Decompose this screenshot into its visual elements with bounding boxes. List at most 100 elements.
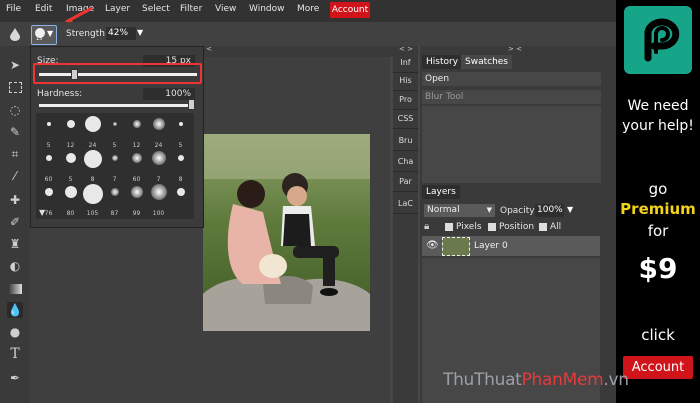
- stamp-tool-icon[interactable]: ♜: [7, 236, 23, 252]
- menu-file[interactable]: File: [6, 4, 21, 14]
- account-button[interactable]: Account: [330, 2, 370, 18]
- preset-menu-icon[interactable]: ▼: [39, 208, 45, 217]
- brush-preset-size: 100: [152, 210, 165, 217]
- strength-input[interactable]: 42%: [106, 27, 136, 40]
- tab-brush[interactable]: Bru: [393, 132, 418, 151]
- blend-mode-select[interactable]: Normal ▼: [424, 204, 495, 217]
- brush-tool-icon[interactable]: ✐: [7, 214, 23, 230]
- brush-preset-label[interactable]: 5: [60, 166, 81, 183]
- brush-preset-label[interactable]: 105: [82, 200, 103, 217]
- brush-preset-icon[interactable]: [104, 115, 125, 132]
- brush-picker-button[interactable]: 15 ▼: [31, 25, 57, 45]
- brush-preset-label[interactable]: 5: [38, 132, 59, 149]
- tab-css[interactable]: CSS: [393, 110, 418, 129]
- history-item[interactable]: Open: [422, 72, 601, 86]
- tab-history[interactable]: His: [393, 72, 418, 91]
- brush-preset-icon[interactable]: [38, 115, 59, 132]
- menu-select[interactable]: Select: [142, 4, 170, 14]
- brush-preset-label[interactable]: 100: [148, 200, 169, 217]
- brush-preset-icon[interactable]: [126, 183, 147, 200]
- brush-preset-icon[interactable]: [148, 115, 169, 132]
- brush-preset-icon[interactable]: [104, 149, 125, 166]
- crop-tool-icon[interactable]: ⌗: [7, 146, 23, 162]
- brush-preset-icon[interactable]: [170, 115, 191, 132]
- brush-preset-label[interactable]: 24: [82, 132, 103, 149]
- brush-preset-label[interactable]: 24: [148, 132, 169, 149]
- brush-preset-icon[interactable]: [82, 149, 103, 168]
- marquee-tool-icon[interactable]: [7, 80, 23, 96]
- history-item[interactable]: Blur Tool: [422, 90, 601, 104]
- brush-preset-label[interactable]: 8: [82, 166, 103, 183]
- ad-account-button[interactable]: Account: [623, 356, 693, 379]
- healing-tool-icon[interactable]: ✚: [7, 192, 23, 208]
- brush-preset-icon[interactable]: [60, 183, 81, 200]
- ad-line2: your help!: [622, 118, 694, 134]
- lasso-tool-icon[interactable]: ◌: [7, 102, 23, 118]
- tab-properties[interactable]: Pro: [393, 91, 418, 110]
- brush-preset-icon[interactable]: [38, 183, 59, 200]
- strength-dropdown-icon[interactable]: ▼: [137, 28, 143, 37]
- menu-filter[interactable]: Filter: [180, 4, 202, 14]
- hardness-slider-thumb[interactable]: [188, 99, 195, 110]
- right-collapse-icon[interactable]: > <: [508, 45, 522, 53]
- brush-preset-icon[interactable]: [148, 149, 169, 166]
- brush-preset-icon[interactable]: [104, 183, 125, 200]
- move-tool-icon[interactable]: ➤: [7, 57, 23, 73]
- brush-preset-icon[interactable]: [126, 149, 147, 166]
- lock-pixels-checkbox[interactable]: [445, 223, 453, 231]
- brush-preset-icon[interactable]: [170, 183, 191, 200]
- brush-preset-icon[interactable]: [148, 183, 169, 200]
- opacity-input[interactable]: 100%: [535, 204, 564, 217]
- brush-preset-label[interactable]: [170, 200, 191, 217]
- tab-paragraph[interactable]: Par: [393, 173, 418, 192]
- brush-preset-label[interactable]: 5: [170, 132, 191, 149]
- opacity-dropdown-icon[interactable]: ▼: [567, 205, 573, 214]
- text-tool-icon[interactable]: T: [7, 346, 23, 362]
- brush-preset-icon[interactable]: [38, 149, 59, 166]
- brush-preset-icon[interactable]: [60, 149, 81, 166]
- brush-preset-label[interactable]: 80: [60, 200, 81, 217]
- brush-preset-label[interactable]: 99: [126, 200, 147, 217]
- hardness-slider-track[interactable]: [39, 104, 195, 107]
- eye-icon[interactable]: 👁︎: [426, 240, 439, 251]
- brush-preset-icon[interactable]: [126, 115, 147, 132]
- tab-layer-comps[interactable]: LaC: [393, 195, 418, 214]
- brush-preset-label[interactable]: 60: [38, 166, 59, 183]
- brush-preset-label[interactable]: 5: [104, 132, 125, 149]
- brush-preset-label[interactable]: 12: [60, 132, 81, 149]
- menu-layer[interactable]: Layer: [105, 4, 130, 14]
- eyedropper-tool-icon[interactable]: ⁄: [7, 168, 23, 184]
- tab-swatches[interactable]: Swatches: [461, 55, 512, 69]
- ad-banner[interactable]: We need your help! go Premium for $9 cli…: [616, 0, 700, 403]
- lock-position-checkbox[interactable]: [488, 223, 496, 231]
- brush-preset-icon[interactable]: [170, 149, 191, 166]
- sponge-tool-icon[interactable]: ●: [7, 324, 23, 340]
- tab-character[interactable]: Cha: [393, 153, 418, 172]
- pen-tool-icon[interactable]: ✒: [7, 370, 23, 386]
- brush-preset-label[interactable]: 7: [148, 166, 169, 183]
- layer-row[interactable]: 👁︎ Layer 0: [422, 236, 600, 256]
- mini-collapse-icon[interactable]: < >: [399, 45, 413, 53]
- menu-edit[interactable]: Edit: [35, 4, 52, 14]
- brush-preset-label[interactable]: 12: [126, 132, 147, 149]
- gradient-tool-icon[interactable]: [7, 281, 23, 297]
- brush-preset-icon[interactable]: [82, 183, 103, 204]
- brush-preset-label[interactable]: 8: [170, 166, 191, 183]
- highlight-box: [33, 63, 202, 84]
- brush-preset-icon[interactable]: [82, 115, 103, 132]
- brush-preset-icon[interactable]: [60, 115, 81, 132]
- ad-click: click: [641, 326, 675, 344]
- eraser-tool-icon[interactable]: ◐: [7, 258, 23, 274]
- menu-view[interactable]: View: [215, 4, 236, 14]
- brush-preset-label[interactable]: 7: [104, 166, 125, 183]
- wand-tool-icon[interactable]: ✎: [7, 124, 23, 140]
- blur-tool-button[interactable]: 💧: [7, 302, 23, 318]
- tab-history-panel[interactable]: History: [422, 55, 463, 69]
- brush-preset-label[interactable]: 60: [126, 166, 147, 183]
- canvas-image[interactable]: [203, 134, 370, 331]
- menu-more[interactable]: More: [297, 4, 319, 14]
- menu-window[interactable]: Window: [249, 4, 285, 14]
- brush-preset-label[interactable]: 87: [104, 200, 125, 217]
- tab-info[interactable]: Inf: [393, 54, 418, 73]
- lock-all-checkbox[interactable]: [539, 223, 547, 231]
